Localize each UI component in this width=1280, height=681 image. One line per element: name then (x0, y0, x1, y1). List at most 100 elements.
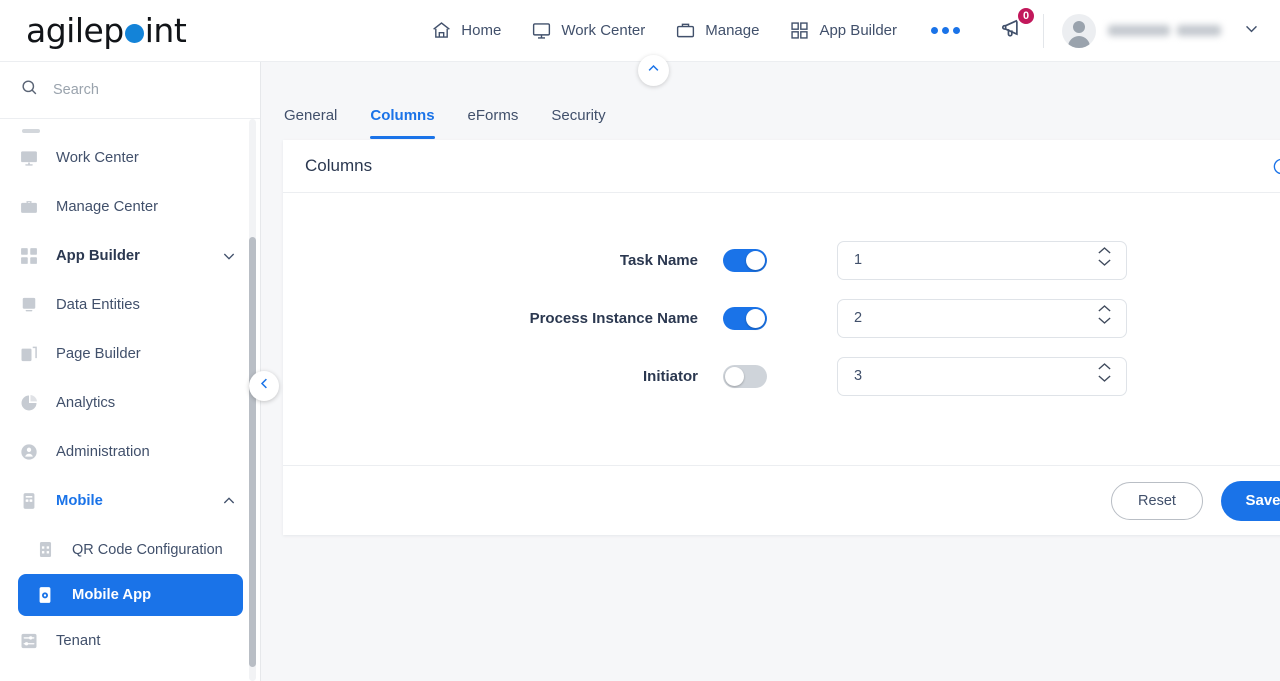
sidebar-item-qr-code-configuration[interactable]: QR Code Configuration (0, 525, 261, 574)
column-order-field-process-instance-name[interactable] (837, 298, 1127, 338)
grid-icon (789, 20, 810, 41)
chevron-up-icon (646, 61, 661, 81)
sidebar-clipped-item (0, 119, 261, 133)
column-label-task-name: Task Name (619, 251, 698, 269)
sidebar-label-mobile-app: Mobile App (72, 587, 152, 603)
stepper-up-icon (1098, 246, 1111, 254)
stepper-task-name[interactable] (1097, 246, 1112, 267)
reset-button[interactable]: Reset (1111, 481, 1203, 520)
nav-item-home[interactable]: Home (431, 20, 501, 41)
column-toggle-task-name[interactable] (723, 248, 767, 272)
sidebar-label-page-builder: Page Builder (56, 345, 141, 362)
home-icon (431, 20, 452, 41)
nav-item-manage[interactable]: Manage (675, 20, 759, 41)
sidebar-scrollbar[interactable] (249, 119, 256, 681)
stepper-up-icon (1098, 304, 1111, 312)
sidebar-label-administration: Administration (56, 443, 150, 460)
mobile-icon (18, 490, 40, 512)
sidebar-label-app-builder: App Builder (56, 247, 140, 264)
sidebar-item-administration[interactable]: Administration (0, 427, 261, 476)
chevron-down-icon[interactable] (221, 248, 237, 264)
main-content: General Columns eForms Security Columns … (261, 55, 1280, 681)
sidebar-item-app-builder[interactable]: App Builder (0, 231, 261, 280)
app-builder-icon (18, 245, 40, 267)
main-navigation: Home Work Center Manage App Builder (431, 20, 961, 41)
stepper-down-icon (1098, 258, 1111, 266)
stepper-up-icon (1098, 362, 1111, 370)
agilepoint-logo[interactable]: agilep int (26, 11, 187, 50)
column-row-task-name: Task Name (283, 231, 1280, 289)
sidebar-item-page-builder[interactable]: Page Builder (0, 329, 261, 378)
column-toggle-process-instance-name[interactable] (723, 306, 767, 330)
sidebar-search-row[interactable] (0, 62, 260, 119)
nav-label-work-center: Work Center (561, 22, 646, 39)
more-dots-icon[interactable] (931, 27, 961, 34)
chevron-left-icon (257, 376, 272, 396)
column-label-process-instance-name: Process Instance Name (529, 309, 698, 327)
page-builder-icon (18, 343, 40, 365)
sidebar: Work Center Manage Center App Builder (0, 62, 261, 681)
sidebar-item-manage-center[interactable]: Manage Center (0, 182, 261, 231)
sidebar-label-tenant: Tenant (56, 632, 101, 649)
sidebar-item-mobile[interactable]: Mobile (0, 476, 261, 525)
top-header: agilep int Home Work Center Manage App B… (0, 0, 1280, 62)
column-order-field-initiator[interactable] (837, 356, 1127, 396)
column-order-input-process-instance-name[interactable] (854, 310, 1084, 326)
search-icon (20, 78, 39, 102)
tab-columns[interactable]: Columns (370, 107, 435, 139)
column-order-field-task-name[interactable] (837, 240, 1127, 280)
monitor-icon (531, 20, 552, 41)
column-toggle-initiator[interactable] (723, 364, 767, 388)
column-order-input-task-name[interactable] (854, 252, 1084, 268)
panel-collapse-button[interactable] (638, 55, 669, 86)
administration-icon (18, 441, 40, 463)
megaphone-icon (1000, 18, 1027, 46)
chevron-up-icon[interactable] (221, 493, 237, 509)
columns-panel: Columns Task Name Pro (283, 140, 1280, 535)
tab-security[interactable]: Security (551, 107, 605, 139)
sidebar-item-tenant[interactable]: Tenant (0, 616, 261, 665)
sidebar-label-data-entities: Data Entities (56, 296, 140, 313)
sidebar-label-mobile: Mobile (56, 492, 103, 509)
nav-item-work-center[interactable]: Work Center (531, 20, 645, 41)
sidebar-item-work-center[interactable]: Work Center (0, 133, 261, 182)
tab-bar: General Columns eForms Security (261, 62, 1280, 139)
account-chevron-down-icon[interactable] (1243, 20, 1260, 42)
data-entities-icon (18, 294, 40, 316)
info-icon[interactable] (1272, 157, 1280, 176)
panel-body: Task Name Process Instance Name (283, 193, 1280, 405)
column-label-initiator: Initiator (643, 367, 698, 385)
tenant-icon (18, 630, 40, 652)
column-row-initiator: Initiator (283, 347, 1280, 405)
stepper-initiator[interactable] (1097, 362, 1112, 383)
nav-label-manage: Manage (705, 22, 760, 39)
search-input[interactable] (53, 82, 223, 98)
nav-label-home: Home (461, 22, 502, 39)
user-avatar-icon[interactable] (1062, 13, 1096, 48)
save-button[interactable]: Save (1221, 480, 1280, 521)
mobile-app-icon (34, 584, 56, 606)
sidebar-item-analytics[interactable]: Analytics (0, 378, 261, 427)
manage-center-icon (18, 196, 40, 218)
announcement-badge: 0 (1016, 5, 1036, 26)
nav-item-app-builder[interactable]: App Builder (789, 20, 897, 41)
column-order-input-initiator[interactable] (854, 368, 1084, 384)
logo-text-before: agilep (26, 11, 124, 50)
panel-title: Columns (305, 156, 373, 175)
sidebar-label-qr-code-configuration: QR Code Configuration (72, 541, 223, 558)
tab-general[interactable]: General (284, 107, 337, 139)
logo-text-after: int (144, 11, 187, 50)
tab-eforms[interactable]: eForms (468, 107, 519, 139)
nav-label-app-builder: App Builder (819, 22, 898, 39)
sidebar-scrollbar-thumb[interactable] (249, 237, 256, 667)
stepper-process-instance-name[interactable] (1097, 304, 1112, 325)
sidebar-label-work-center: Work Center (56, 149, 139, 166)
work-center-icon (18, 147, 40, 169)
header-right-group: 0 (1000, 0, 1280, 61)
sidebar-item-mobile-app[interactable]: Mobile App (18, 574, 243, 616)
sidebar-item-data-entities[interactable]: Data Entities (0, 280, 261, 329)
sidebar-label-manage-center: Manage Center (56, 198, 158, 215)
sidebar-collapse-button[interactable] (249, 371, 279, 401)
panel-header: Columns (283, 140, 1280, 193)
announcements-button[interactable]: 0 (1000, 5, 1036, 47)
